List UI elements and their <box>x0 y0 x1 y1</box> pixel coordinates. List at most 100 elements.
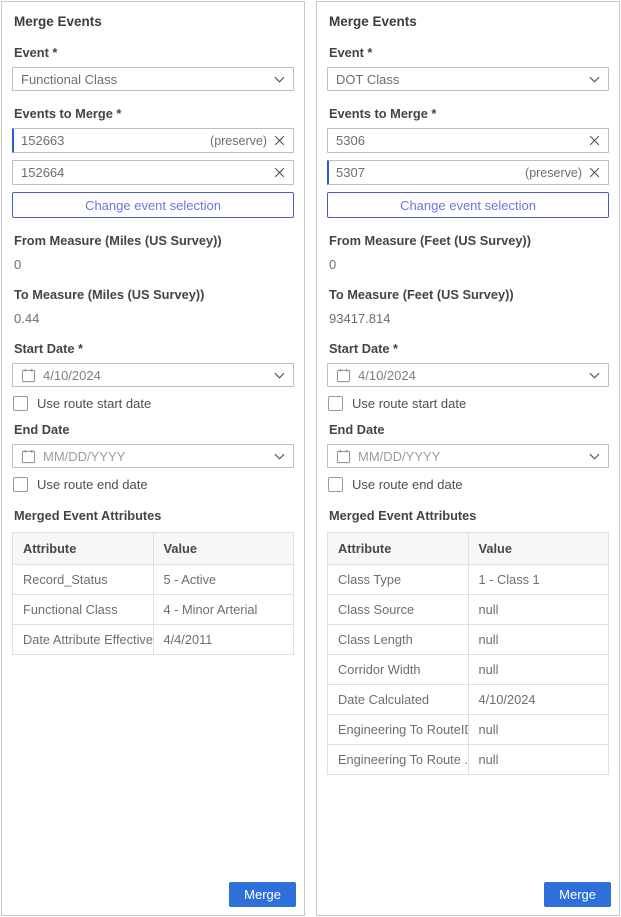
end-date-label: End Date <box>14 422 293 437</box>
attr-cell: Date Calculated <box>328 685 469 715</box>
start-date-value: 4/10/2024 <box>43 368 267 383</box>
value-cell: 4 - Minor Arterial <box>153 595 294 625</box>
merge-events-panel-dot-class: Merge Events Event * DOT Class Events to… <box>316 1 620 916</box>
merge-events-workspace: Merge Events Event * Functional Class Ev… <box>0 0 621 917</box>
attr-column-header: Attribute <box>13 533 154 565</box>
chevron-down-icon <box>274 453 285 460</box>
table-row: Record_Status 5 - Active <box>13 565 294 595</box>
value-cell: null <box>468 745 609 775</box>
start-date-value: 4/10/2024 <box>358 368 582 383</box>
panel-title: Merge Events <box>14 14 293 29</box>
chevron-down-icon <box>589 76 600 83</box>
end-date-picker[interactable]: MM/DD/YYYY <box>327 444 609 468</box>
attr-cell: Class Source <box>328 595 469 625</box>
calendar-icon <box>336 449 351 464</box>
end-date-placeholder: MM/DD/YYYY <box>43 449 267 464</box>
value-cell: 4/4/2011 <box>153 625 294 655</box>
use-route-end-date-row: Use route end date <box>328 477 607 492</box>
table-row: Class Source null <box>328 595 609 625</box>
from-measure-label: From Measure (Miles (US Survey)) <box>14 233 293 248</box>
close-icon[interactable] <box>274 135 285 146</box>
close-icon[interactable] <box>589 135 600 146</box>
use-route-start-date-row: Use route start date <box>13 396 292 411</box>
merged-event-attributes-table: Attribute Value Record_Status 5 - Active… <box>12 532 294 655</box>
attr-cell: Functional Class <box>13 595 154 625</box>
use-route-end-date-label: Use route end date <box>352 477 463 492</box>
value-column-header: Value <box>153 533 294 565</box>
attr-cell: Record_Status <box>13 565 154 595</box>
events-to-merge-label: Events to Merge * <box>329 106 608 121</box>
chevron-down-icon <box>589 453 600 460</box>
attr-column-header: Attribute <box>328 533 469 565</box>
table-row: Functional Class 4 - Minor Arterial <box>13 595 294 625</box>
merge-item: 152663 (preserve) <box>12 128 294 153</box>
value-column-header: Value <box>468 533 609 565</box>
use-route-start-date-checkbox[interactable] <box>13 396 28 411</box>
start-date-picker[interactable]: 4/10/2024 <box>12 363 294 387</box>
table-row: Class Length null <box>328 625 609 655</box>
merged-event-attributes-title: Merged Event Attributes <box>14 508 293 523</box>
from-measure-value: 0 <box>329 257 608 272</box>
use-route-end-date-row: Use route end date <box>13 477 292 492</box>
table-row: Class Type 1 - Class 1 <box>328 565 609 595</box>
value-cell: null <box>468 595 609 625</box>
use-route-end-date-checkbox[interactable] <box>13 477 28 492</box>
use-route-end-date-checkbox[interactable] <box>328 477 343 492</box>
event-label: Event * <box>14 45 293 60</box>
panel-title: Merge Events <box>329 14 608 29</box>
use-route-start-date-label: Use route start date <box>352 396 466 411</box>
start-date-label: Start Date * <box>14 341 293 356</box>
use-route-end-date-label: Use route end date <box>37 477 148 492</box>
close-icon[interactable] <box>274 167 285 178</box>
change-event-selection-button[interactable]: Change event selection <box>12 192 294 218</box>
value-cell: null <box>468 625 609 655</box>
events-to-merge-label: Events to Merge * <box>14 106 293 121</box>
merge-item-id: 152663 <box>21 133 64 148</box>
table-row: Date Attribute Effective 4/4/2011 <box>13 625 294 655</box>
merge-button[interactable]: Merge <box>229 882 296 907</box>
merge-events-panel-functional-class: Merge Events Event * Functional Class Ev… <box>1 1 305 916</box>
attr-cell: Date Attribute Effective <box>13 625 154 655</box>
to-measure-label: To Measure (Feet (US Survey)) <box>329 287 608 302</box>
attr-cell: Engineering To RouteID <box>328 715 469 745</box>
chevron-down-icon <box>589 372 600 379</box>
merge-item: 5307 (preserve) <box>327 160 609 185</box>
use-route-start-date-row: Use route start date <box>328 396 607 411</box>
calendar-icon <box>21 449 36 464</box>
use-route-start-date-label: Use route start date <box>37 396 151 411</box>
merged-event-attributes-title: Merged Event Attributes <box>329 508 608 523</box>
close-icon[interactable] <box>589 167 600 178</box>
chevron-down-icon <box>274 372 285 379</box>
change-event-selection-button[interactable]: Change event selection <box>327 192 609 218</box>
merge-item-id: 152664 <box>21 165 64 180</box>
value-cell: 1 - Class 1 <box>468 565 609 595</box>
event-select-value: DOT Class <box>336 72 399 87</box>
use-route-start-date-checkbox[interactable] <box>328 396 343 411</box>
to-measure-value: 93417.814 <box>329 311 608 326</box>
event-label: Event * <box>329 45 608 60</box>
attr-cell: Engineering To Route ... <box>328 745 469 775</box>
value-cell: null <box>468 715 609 745</box>
from-measure-label: From Measure (Feet (US Survey)) <box>329 233 608 248</box>
chevron-down-icon <box>274 76 285 83</box>
merged-event-attributes-table: Attribute Value Class Type 1 - Class 1 C… <box>327 532 609 775</box>
value-cell: 5 - Active <box>153 565 294 595</box>
merge-item-id: 5307 <box>336 165 365 180</box>
end-date-placeholder: MM/DD/YYYY <box>358 449 582 464</box>
event-select[interactable]: Functional Class <box>12 67 294 91</box>
preserve-label: (preserve) <box>525 166 582 180</box>
calendar-icon <box>21 368 36 383</box>
end-date-picker[interactable]: MM/DD/YYYY <box>12 444 294 468</box>
end-date-label: End Date <box>329 422 608 437</box>
event-select-value: Functional Class <box>21 72 117 87</box>
table-row: Engineering To Route ... null <box>328 745 609 775</box>
calendar-icon <box>336 368 351 383</box>
merge-button[interactable]: Merge <box>544 882 611 907</box>
to-measure-value: 0.44 <box>14 311 293 326</box>
merge-item-id: 5306 <box>336 133 365 148</box>
event-select[interactable]: DOT Class <box>327 67 609 91</box>
table-row: Corridor Width null <box>328 655 609 685</box>
attr-cell: Class Type <box>328 565 469 595</box>
attr-cell: Class Length <box>328 625 469 655</box>
start-date-picker[interactable]: 4/10/2024 <box>327 363 609 387</box>
